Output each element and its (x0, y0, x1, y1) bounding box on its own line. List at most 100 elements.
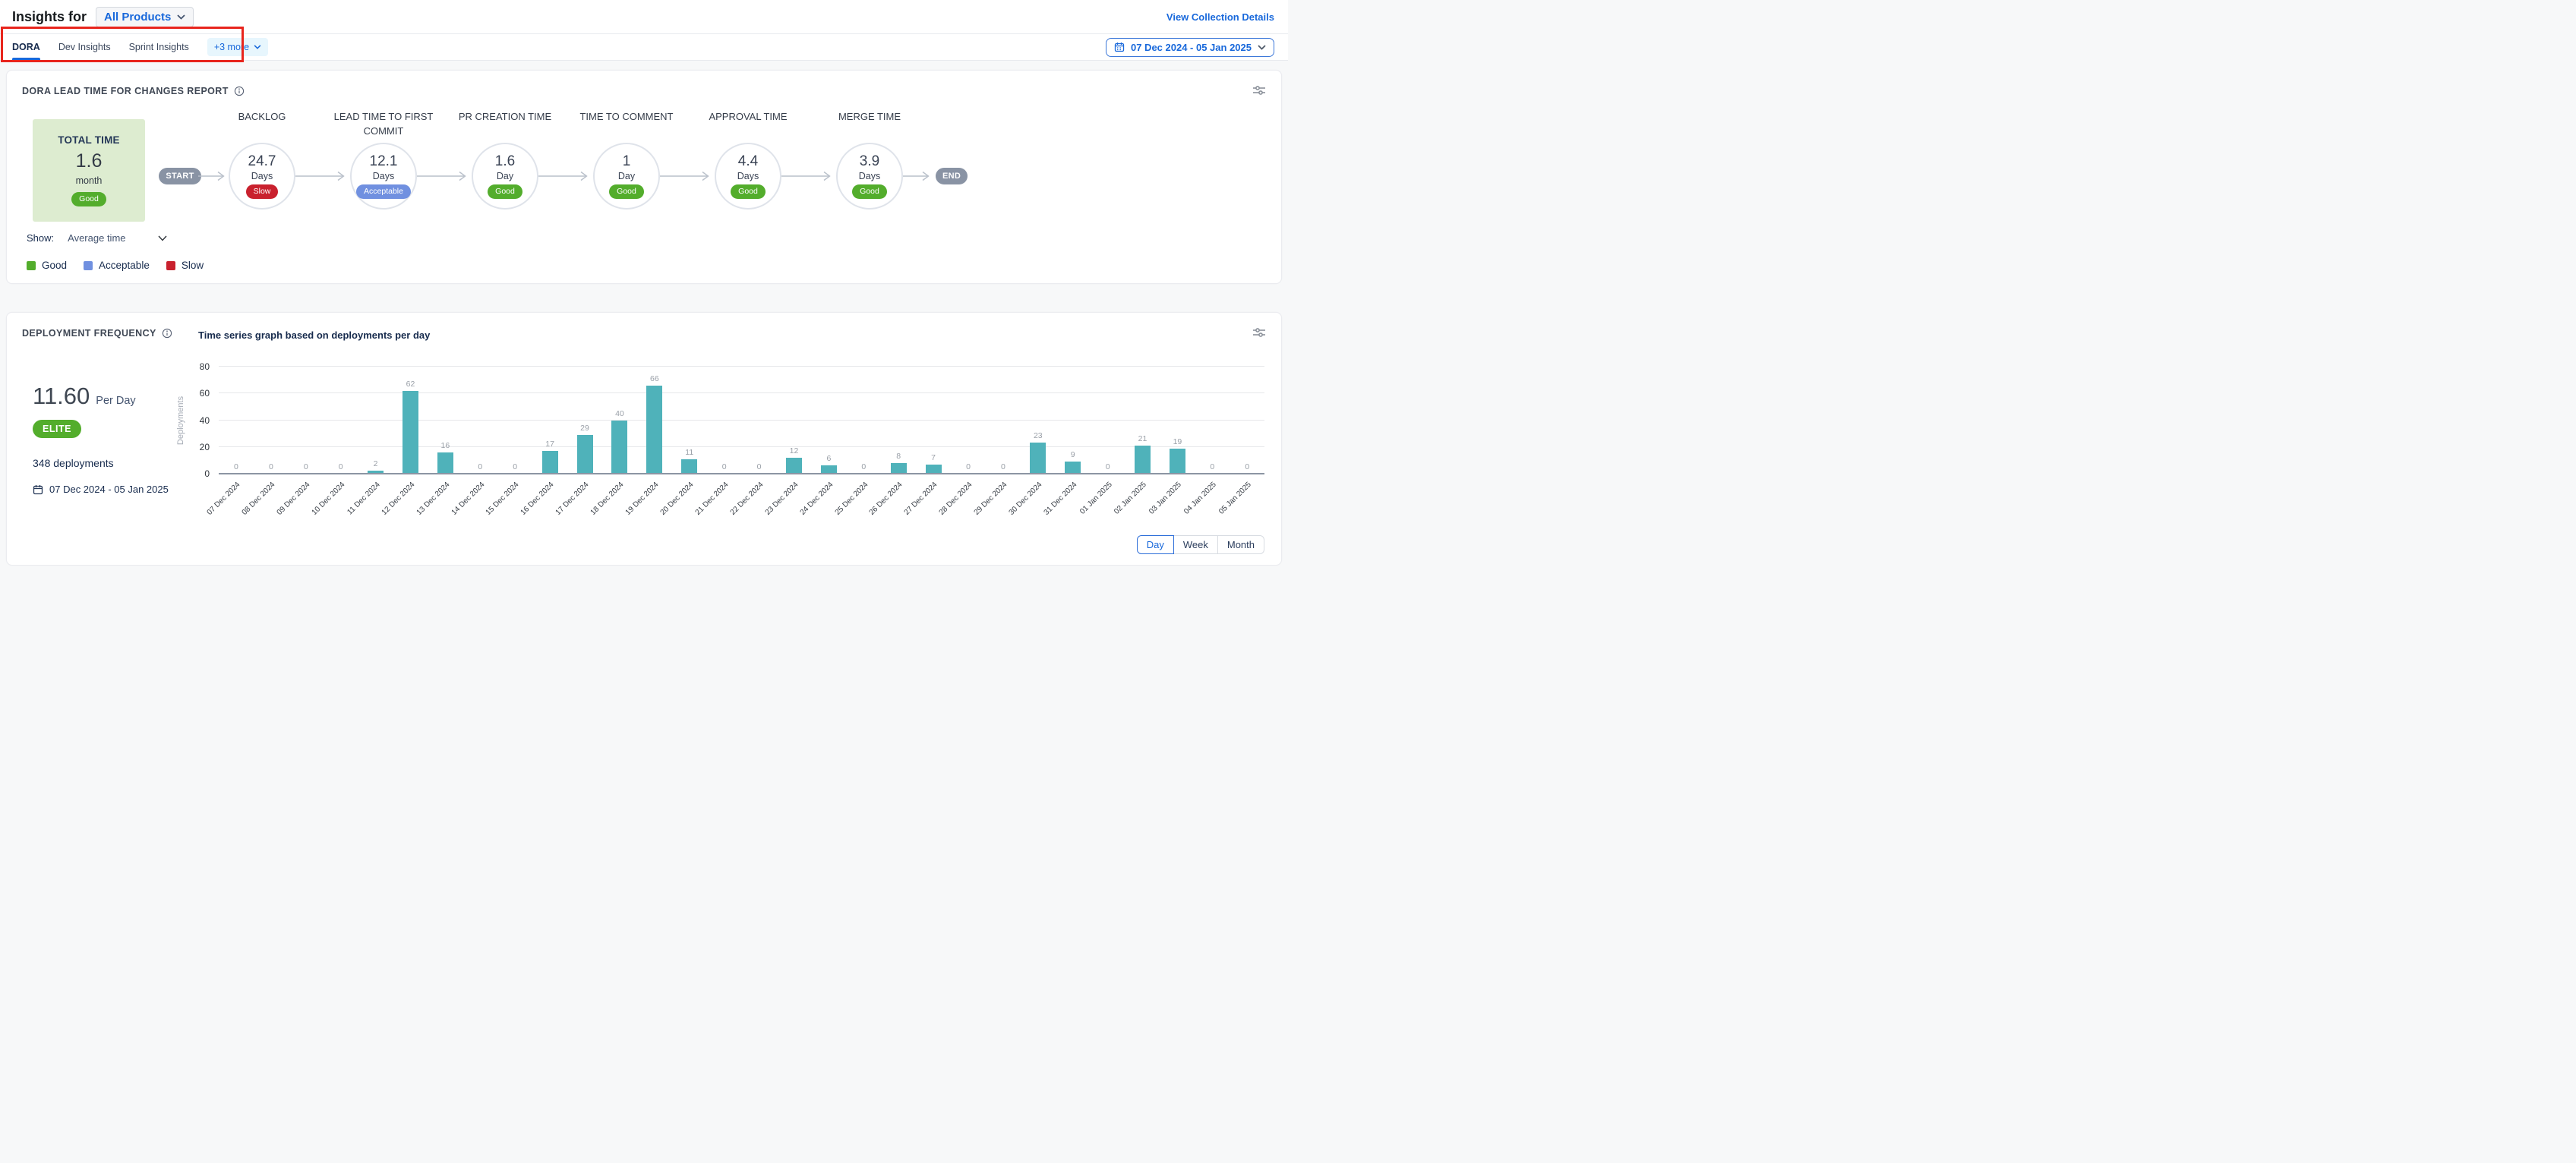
chart-bar-slot: 029 Dec 2024 (986, 367, 1021, 474)
chart-yticks: 020406080 (184, 367, 210, 474)
x-axis-label: 03 Jan 2025 (1148, 481, 1183, 516)
chart-bar-slot: 1613 Dec 2024 (428, 367, 462, 474)
chevron-down-icon (1258, 45, 1266, 50)
flow-node-value: 12.1 (370, 153, 398, 170)
chart-bar-slot: 211 Dec 2024 (358, 367, 393, 474)
x-axis-label: 20 Dec 2024 (659, 481, 696, 517)
chart-bar-slot: 2330 Dec 2024 (1021, 367, 1056, 474)
flow-node-circle: 24.7 Days Slow (229, 143, 295, 210)
flow-node-lead-time-to-first-commit: LEAD TIME TO FIRST COMMIT 12.1 Days Acce… (350, 109, 417, 213)
chart-bar-slot: 4018 Dec 2024 (602, 367, 637, 474)
x-axis-label: 30 Dec 2024 (1008, 481, 1044, 517)
flow-arrow-icon (660, 170, 715, 182)
flow-end-pill: END (936, 168, 968, 184)
y-tick-label: 40 (200, 415, 210, 426)
flow-node-value: 3.9 (860, 153, 879, 170)
info-icon[interactable] (162, 328, 172, 339)
date-range-button[interactable]: 07 Dec 2024 - 05 Jan 2025 (1106, 38, 1274, 57)
flow-node-time-to-comment: TIME TO COMMENT 1 Day Good (593, 109, 660, 213)
tab-dora[interactable]: DORA (12, 34, 40, 60)
chart-bar-slot: 2102 Jan 2025 (1125, 367, 1160, 474)
flow-start: START (162, 109, 198, 213)
x-axis-label: 17 Dec 2024 (554, 481, 591, 517)
tabs-bar: DORA Dev Insights Sprint Insights +3 mor… (0, 33, 1288, 61)
chart-bar (1135, 446, 1151, 474)
x-axis-label: 11 Dec 2024 (346, 481, 381, 516)
bar-value-label: 0 (757, 462, 762, 471)
chart-settings-button[interactable] (1251, 83, 1267, 98)
deployment-date-range: 07 Dec 2024 - 05 Jan 2025 (33, 484, 200, 495)
flow-arrow-icon (538, 170, 593, 182)
bar-value-label: 17 (545, 440, 554, 449)
lead-time-flow-section: TOTAL TIME 1.6 month Good START (22, 109, 1266, 222)
more-tabs-button[interactable]: +3 more (207, 38, 268, 56)
tab-label: DORA (12, 42, 40, 52)
flow-node-unit: Days (737, 171, 759, 181)
total-time-label: TOTAL TIME (58, 134, 120, 146)
bar-value-label: 19 (1173, 437, 1182, 446)
flow-end: END (933, 109, 970, 213)
product-selector-dropdown[interactable]: All Products (96, 7, 194, 27)
bar-value-label: 9 (1071, 450, 1075, 459)
flow-node-circle: 3.9 Days Good (836, 143, 903, 210)
bar-value-label: 0 (234, 462, 238, 471)
x-axis-label: 21 Dec 2024 (694, 481, 731, 517)
info-icon[interactable] (234, 86, 245, 96)
granularity-week-button[interactable]: Week (1174, 535, 1218, 554)
x-axis-label: 09 Dec 2024 (276, 481, 312, 517)
chart-title: Time series graph based on deployments p… (198, 329, 430, 341)
flow-node-value: 1.6 (495, 153, 515, 170)
date-range-value: 07 Dec 2024 - 05 Jan 2025 (1131, 42, 1252, 53)
chart-bar-slot: 025 Dec 2024 (846, 367, 881, 474)
bar-value-label: 2 (374, 459, 378, 468)
flow-arrow-icon (295, 170, 350, 182)
chart-bar-slot: 008 Dec 2024 (254, 367, 289, 474)
granularity-month-button[interactable]: Month (1218, 535, 1264, 554)
x-axis-label: 27 Dec 2024 (903, 481, 939, 517)
lead-time-flow: START BACKLOG 24.7 Days Slow (162, 109, 970, 213)
deployment-rate-value: 11.60 (33, 383, 90, 410)
page-header: Insights for All Products View Collectio… (0, 0, 1288, 33)
bar-value-label: 0 (304, 462, 308, 471)
bar-value-label: 12 (790, 446, 799, 455)
chart-bar-slot: 6619 Dec 2024 (637, 367, 672, 474)
bar-value-label: 40 (615, 409, 624, 418)
tab-label: Sprint Insights (129, 42, 189, 52)
x-axis-label: 15 Dec 2024 (485, 481, 521, 517)
chart-bar-slot: 007 Dec 2024 (219, 367, 254, 474)
flow-node-circle: 4.4 Days Good (715, 143, 781, 210)
chart-bar-slot: 826 Dec 2024 (881, 367, 916, 474)
show-metric-dropdown[interactable]: Show: Average time (27, 232, 178, 244)
x-axis-label: 12 Dec 2024 (380, 481, 416, 517)
chart-bar-slot: 931 Dec 2024 (1056, 367, 1091, 474)
chart-bar (1030, 443, 1046, 474)
y-tick-label: 20 (200, 442, 210, 452)
chart-bar (611, 421, 627, 474)
y-tick-label: 0 (204, 468, 210, 479)
sliders-icon (1252, 326, 1266, 339)
legend-item-good: Good (27, 260, 67, 271)
legend-item-acceptable: Acceptable (84, 260, 150, 271)
flow-node-status-badge: Acceptable (356, 184, 411, 199)
flow-node-value: 24.7 (248, 153, 276, 170)
chart-bar-slot: 727 Dec 2024 (916, 367, 951, 474)
tab-dev-insights[interactable]: Dev Insights (58, 34, 111, 60)
x-axis-label: 10 Dec 2024 (311, 481, 347, 517)
tab-list: DORA Dev Insights Sprint Insights +3 mor… (12, 34, 268, 60)
chart-bar-slot: 009 Dec 2024 (289, 367, 324, 474)
chart-bar-slot: 001 Jan 2025 (1091, 367, 1125, 474)
chart-bar-slot: 1716 Dec 2024 (532, 367, 567, 474)
flow-node-unit: Days (373, 171, 394, 181)
view-collection-details-link[interactable]: View Collection Details (1166, 11, 1274, 23)
chart-settings-button[interactable] (1251, 325, 1267, 340)
x-axis-label: 25 Dec 2024 (833, 481, 870, 517)
bar-value-label: 6 (826, 454, 831, 463)
lead-time-card: DORA LEAD TIME FOR CHANGES REPORT TOTAL … (6, 70, 1282, 284)
flow-node-circle: 12.1 Days Acceptable (350, 143, 417, 210)
tab-sprint-insights[interactable]: Sprint Insights (129, 34, 189, 60)
granularity-day-button[interactable]: Day (1137, 535, 1174, 554)
x-axis-label: 01 Jan 2025 (1078, 481, 1114, 516)
flow-connector (903, 109, 933, 213)
calendar-icon (1114, 42, 1125, 52)
legend-label: Acceptable (99, 260, 150, 271)
